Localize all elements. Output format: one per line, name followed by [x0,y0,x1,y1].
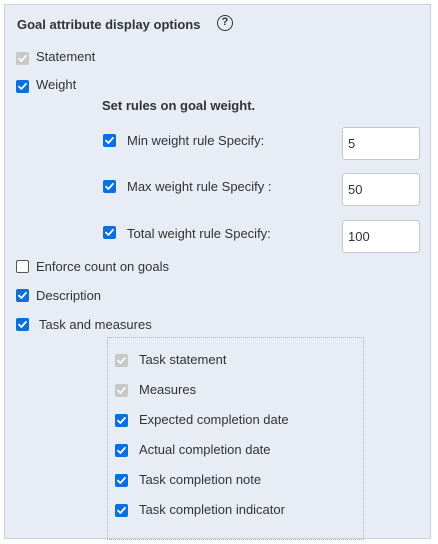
task-and-measures-checkbox[interactable] [16,318,29,331]
checkmark-icon [105,182,114,190]
checkmark-icon [105,136,114,144]
checkmark-icon [18,291,27,299]
task-completion-note-label: Task completion note [139,472,262,487]
enforce-count-label: Enforce count on goals [36,259,169,274]
task-statement-label: Task statement [139,352,227,367]
description-label: Description [36,288,102,303]
min-weight-rule-label: Min weight rule Specify: [127,133,265,148]
statement-checkbox [16,52,29,65]
task-and-measures-label: Task and measures [39,317,152,332]
expected-completion-date-checkbox[interactable] [115,414,128,427]
checkmark-icon [117,416,126,424]
actual-completion-date-label: Actual completion date [139,442,271,457]
task-completion-indicator-label: Task completion indicator [139,502,285,517]
min-weight-input[interactable] [342,127,420,160]
goal-attribute-options-panel: Goal attribute display options ? Stateme… [4,4,431,540]
measures-label: Measures [139,382,197,397]
weight-label: Weight [36,77,77,92]
task-statement-checkbox [115,354,128,367]
task-completion-indicator-checkbox[interactable] [115,504,128,517]
max-weight-rule-checkbox[interactable] [103,180,116,193]
checkmark-icon [105,228,114,236]
total-weight-rule-label: Total weight rule Specify: [127,226,271,241]
max-weight-rule-label: Max weight rule Specify : [127,179,272,194]
checkmark-icon [117,446,126,454]
section-title: Goal attribute display options [17,17,201,32]
checkmark-icon [117,506,126,514]
checkmark-icon [18,320,27,328]
enforce-count-checkbox[interactable] [16,260,29,273]
checkmark-icon [117,356,126,364]
max-weight-input[interactable] [342,173,420,206]
total-weight-rule-checkbox[interactable] [103,226,116,239]
checkmark-icon [117,476,126,484]
statement-label: Statement [36,49,96,64]
weight-rules-heading: Set rules on goal weight. [102,98,256,113]
checkmark-icon [117,386,126,394]
measures-checkbox [115,384,128,397]
expected-completion-date-label: Expected completion date [139,412,289,427]
actual-completion-date-checkbox[interactable] [115,444,128,457]
weight-checkbox[interactable] [16,80,29,93]
task-completion-note-checkbox[interactable] [115,474,128,487]
checkmark-icon [18,54,27,62]
min-weight-rule-checkbox[interactable] [103,134,116,147]
description-checkbox[interactable] [16,289,29,302]
checkmark-icon [18,82,27,90]
help-circle-icon[interactable]: ? [217,15,233,31]
total-weight-input[interactable] [342,220,420,253]
